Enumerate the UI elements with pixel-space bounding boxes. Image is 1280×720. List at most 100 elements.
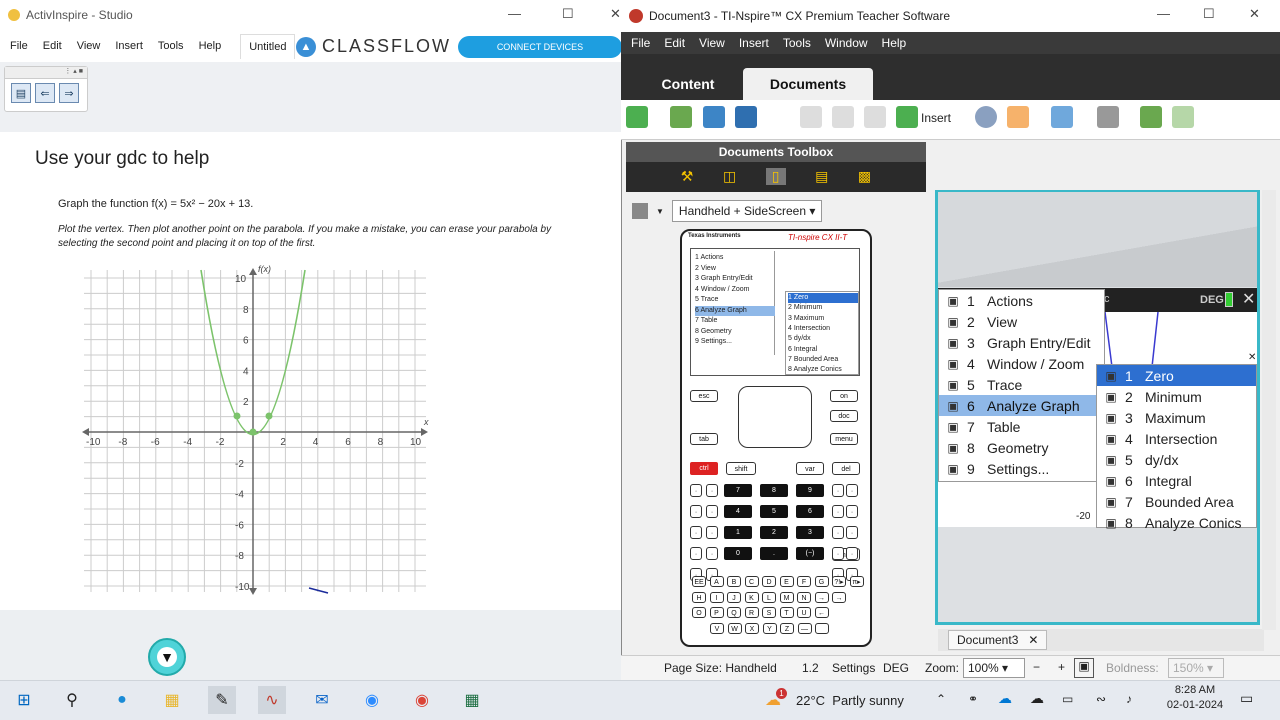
vertex-point[interactable]	[249, 428, 257, 436]
key-6[interactable]: 6	[796, 505, 824, 518]
cloud-error-icon[interactable]: ☁	[1030, 690, 1044, 707]
menu1-item[interactable]: ▣ 6 Analyze Graph	[939, 395, 1104, 416]
key-letter[interactable]: N	[797, 591, 811, 603]
key-func[interactable]: ·	[846, 547, 858, 560]
menu2-item[interactable]: ▣ 6 Integral	[1097, 470, 1256, 491]
key-letter[interactable]: →	[814, 591, 829, 603]
key-esc[interactable]: esc	[690, 390, 718, 402]
insert-icon[interactable]	[896, 106, 918, 128]
collapse-toolbar-button[interactable]: ▼	[148, 638, 186, 676]
key-func[interactable]: ·	[846, 484, 858, 497]
key-menu[interactable]: menu	[830, 433, 858, 445]
calc-touchpad[interactable]	[738, 386, 812, 448]
key-letter[interactable]: C	[744, 576, 759, 587]
parabola-graph[interactable]: -10 -8 -6 -4 -2 2 4 6 8 10 10 8 6 4 2 -2 -4 -6 -8 -10 x f(x…	[80, 262, 430, 597]
ti-menu-file[interactable]: File	[631, 36, 650, 50]
cut-icon[interactable]	[800, 106, 822, 128]
settings-icon[interactable]	[1097, 106, 1119, 128]
menu2-item[interactable]: ▣ 4 Intersection	[1097, 428, 1256, 449]
menu2-item[interactable]: ▣ 2 Minimum	[1097, 386, 1256, 407]
view-mode-arrow-icon[interactable]: ▼	[656, 207, 664, 216]
key-letter[interactable]: I	[709, 591, 724, 603]
key-.[interactable]: .	[760, 547, 788, 560]
boldness-select[interactable]: 150% ▾	[1168, 658, 1224, 678]
ti-maximize-icon[interactable]: ☐	[1203, 6, 1215, 22]
save-icon[interactable]	[703, 106, 725, 128]
ti-menu-view[interactable]: View	[699, 36, 725, 50]
menu2-item[interactable]: ▣ 5 dy/dx	[1097, 449, 1256, 470]
copy-icon[interactable]	[832, 106, 854, 128]
key-func[interactable]: ·	[832, 526, 844, 539]
ti-menu-insert[interactable]: Insert	[739, 36, 769, 50]
menu2-item[interactable]: ▣ 3 Maximum	[1097, 407, 1256, 428]
excel-icon[interactable]: ▦	[458, 686, 486, 714]
menu1-item[interactable]: ▣ 9 Settings...	[939, 458, 1104, 479]
key-letter[interactable]: E	[779, 576, 794, 587]
var-icon[interactable]	[975, 106, 997, 128]
key-letter[interactable]: ←	[814, 607, 829, 618]
zoom-app-icon[interactable]: ◉	[358, 686, 386, 714]
key-letter[interactable]: π▸	[849, 576, 864, 587]
start-icon[interactable]: ⊞	[10, 686, 38, 714]
edge-icon[interactable]: ●	[108, 686, 136, 714]
weather-text[interactable]: 22°C Partly sunny	[796, 693, 904, 708]
key-3[interactable]: 3	[796, 526, 824, 539]
key-del[interactable]: del	[832, 462, 860, 475]
outlook-icon[interactable]: ✉	[308, 686, 336, 714]
key-ctrl[interactable]: ctrl	[690, 462, 718, 475]
key-func[interactable]: ·	[690, 547, 702, 560]
ti-menu-help[interactable]: Help	[882, 36, 907, 50]
key-func[interactable]: ·	[706, 547, 718, 560]
layout-icon[interactable]	[1007, 106, 1029, 128]
utilities-icon[interactable]: ▤	[815, 168, 828, 185]
key-func[interactable]: ·	[690, 526, 702, 539]
volume-icon[interactable]: ♪	[1126, 692, 1132, 706]
key-letter[interactable]: L	[762, 591, 776, 603]
key-doc[interactable]: doc	[830, 410, 858, 422]
key-letter[interactable]: P	[709, 607, 724, 618]
menu-insert[interactable]: Insert	[115, 40, 143, 52]
key-func[interactable]: ·	[846, 526, 858, 539]
close-icon[interactable]: ✕	[610, 6, 621, 22]
menu2-item[interactable]: ▣ 8 Analyze Conics	[1097, 512, 1256, 533]
wifi-icon[interactable]: ∾	[1096, 692, 1106, 706]
key-7[interactable]: 7	[724, 484, 752, 497]
zoom-out-icon[interactable]: −	[1033, 660, 1040, 674]
maximize-icon[interactable]: ☐	[562, 6, 574, 22]
tab-content[interactable]: Content	[650, 68, 726, 100]
key-0[interactable]: 0	[724, 547, 752, 560]
key-letter[interactable]: →	[832, 591, 846, 603]
key-letter[interactable]: D	[762, 576, 776, 587]
key-(−)[interactable]: (−)	[796, 547, 824, 560]
ti-menu-tools[interactable]: Tools	[783, 36, 811, 50]
key-letter[interactable]: B	[727, 576, 741, 587]
menu-tools[interactable]: Tools	[158, 40, 184, 52]
new-document-icon[interactable]	[626, 106, 648, 128]
key-letter[interactable]: X	[745, 622, 759, 634]
key-letter[interactable]: A	[709, 576, 724, 587]
ti-minimize-icon[interactable]: —	[1157, 6, 1170, 21]
key-func[interactable]: ·	[690, 484, 702, 497]
settings-link[interactable]: Settings	[832, 661, 875, 675]
content-explorer-icon[interactable]: ▩	[858, 168, 871, 185]
plotted-point-left[interactable]	[233, 412, 241, 420]
key-func[interactable]: ·	[846, 505, 858, 518]
key-func[interactable]: ·	[832, 484, 844, 497]
search-icon[interactable]: ⚲	[58, 686, 86, 714]
previous-page-arrow-icon[interactable]	[1140, 106, 1162, 128]
small-close-icon[interactable]: ✕	[1248, 352, 1256, 363]
key-func[interactable]: ·	[832, 505, 844, 518]
menu-view[interactable]: View	[77, 40, 101, 52]
plotted-point-right[interactable]	[265, 412, 273, 420]
document3-tab[interactable]: Document3 ✕	[948, 630, 1048, 650]
next-page-arrow-icon[interactable]	[1172, 106, 1194, 128]
key-letter[interactable]: ?!▸	[832, 576, 846, 587]
minimize-icon[interactable]: —	[508, 6, 521, 21]
undo-icon[interactable]	[735, 106, 757, 128]
key-letter[interactable]: F	[797, 576, 811, 587]
file-explorer-icon[interactable]: ▦	[158, 686, 186, 714]
emulator-icon[interactable]: ▯	[765, 168, 786, 185]
ti-menu-window[interactable]: Window	[825, 36, 868, 50]
toolbox-header[interactable]: ⋮ ▴ ■	[5, 67, 87, 79]
connect-devices-button[interactable]: CONNECT DEVICES	[458, 36, 622, 58]
